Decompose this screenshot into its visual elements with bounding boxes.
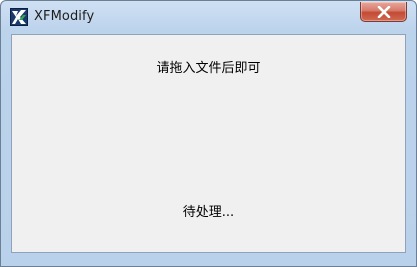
drop-instruction: 请拖入文件后即可 [156,61,261,76]
status-text: 待处理... [182,205,235,220]
window-title: XFModify [34,9,95,24]
xfmodify-app-icon [10,8,28,26]
close-button[interactable] [360,2,407,22]
drop-area[interactable]: 请拖入文件后即可 待处理... [11,34,406,253]
app-window: XFModify 请拖入文件后即可 待处理... [0,0,417,267]
close-icon [377,6,391,18]
app-icon[interactable] [10,8,28,26]
title-bar[interactable]: XFModify [1,1,416,31]
